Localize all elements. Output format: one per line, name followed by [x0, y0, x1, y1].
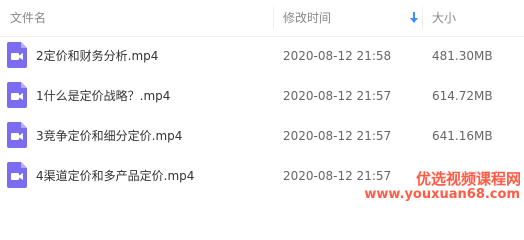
video-file-icon	[7, 162, 27, 188]
file-modified-time: 2020-08-12 21:57	[283, 129, 392, 143]
video-file-icon	[7, 122, 27, 148]
column-header-size[interactable]: 大小	[432, 0, 456, 36]
video-file-icon	[7, 82, 27, 108]
file-name[interactable]: 4渠道定价和多产品定价.mp4	[36, 156, 194, 196]
file-row[interactable]: 1什么是定价战略？.mp4 2020-08-12 21:57 614.72MB	[0, 76, 524, 116]
file-list-header: 文件名 修改时间 大小	[0, 0, 524, 37]
file-name[interactable]: 2定价和财务分析.mp4	[36, 36, 158, 76]
video-file-icon	[7, 42, 27, 68]
arrow-down-icon[interactable]	[409, 12, 419, 24]
column-header-modified[interactable]: 修改时间	[283, 0, 331, 36]
file-row[interactable]: 2定价和财务分析.mp4 2020-08-12 21:58 481.30MB	[0, 36, 524, 76]
watermark-url: www.youxuan68.com	[364, 187, 520, 202]
file-size: 481.30MB	[432, 49, 493, 63]
file-size: 614.72MB	[432, 89, 493, 103]
file-modified-time: 2020-08-12 21:58	[283, 49, 392, 63]
file-size: 641.16MB	[432, 129, 493, 143]
file-name[interactable]: 3竞争定价和细分定价.mp4	[36, 116, 182, 156]
column-divider[interactable]	[273, 7, 274, 29]
file-row[interactable]: 3竞争定价和细分定价.mp4 2020-08-12 21:57 641.16MB	[0, 116, 524, 156]
file-modified-time: 2020-08-12 21:57	[283, 89, 392, 103]
file-name[interactable]: 1什么是定价战略？.mp4	[36, 76, 170, 116]
column-divider[interactable]	[422, 7, 423, 29]
column-header-name[interactable]: 文件名	[10, 0, 46, 36]
